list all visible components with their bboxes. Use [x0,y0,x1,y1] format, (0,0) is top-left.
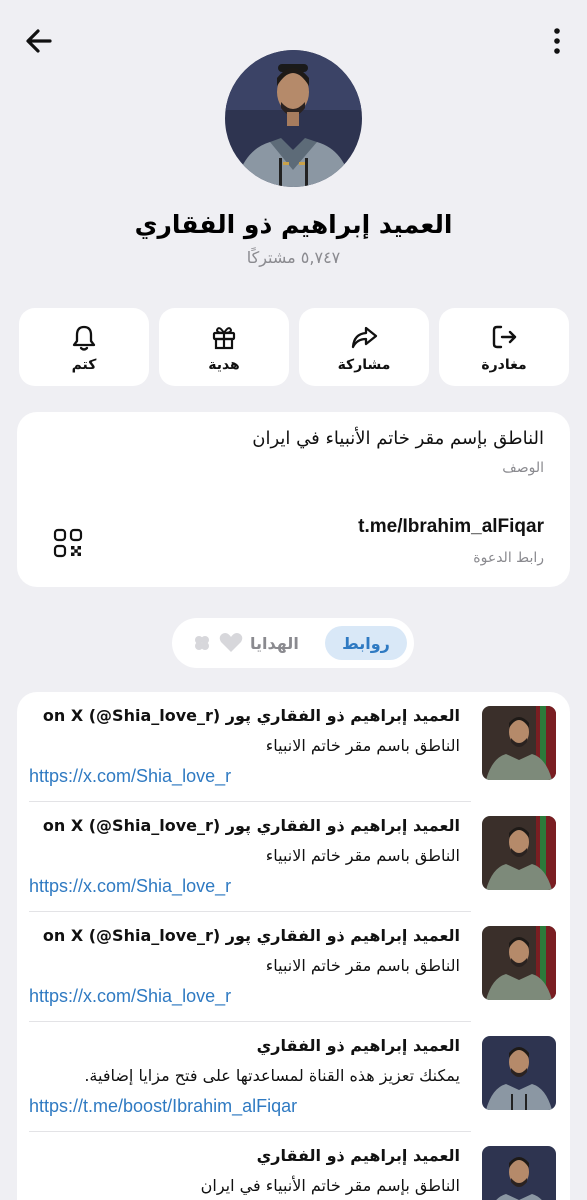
invite-label: رابط الدعوة [473,550,544,566]
link-description: الناطق باسم مقر خاتم الانبياء [265,846,460,865]
mute-label: كتم [71,356,97,373]
link-title: العميد إبراهيم ذو الفقاري پور (‎@Shia_lo… [42,706,460,725]
heart-icon [219,633,243,652]
subscriber-count: ٥,٧٤٧ مشتركًا [246,248,341,267]
link-preview-image [482,1146,556,1200]
bell-icon [72,325,96,351]
gift-label: هدية [208,356,240,373]
leave-icon [492,325,517,348]
clover-icon [195,636,209,650]
link-url[interactable]: https://x.com/Shia_love_r [29,766,231,787]
link-description: الناطق بإسم مقر خاتم الأنبياء في ايران [200,1176,460,1195]
link-preview-image [482,816,556,890]
mute-button[interactable]: كتم [19,308,149,386]
share-button[interactable]: مشاركة [299,308,429,386]
link-description: الناطق باسم مقر خاتم الانبياء [265,956,460,975]
link-title: العميد إبراهيم ذو الفقاري پور (‎@Shia_lo… [42,926,460,945]
leave-label: مغادرة [481,356,527,373]
link-description: الناطق باسم مقر خاتم الانبياء [265,736,460,755]
more-vertical-icon [554,28,560,54]
more-menu-button[interactable] [549,26,565,56]
link-url[interactable]: https://t.me/boost/Ibrahim_alFiqar [29,1096,297,1117]
link-description: يمكنك تعزيز هذه القناة لمساعدتها على فتح… [84,1066,460,1085]
content-tabs: روابط الهدايا [172,618,414,668]
link-item[interactable]: العميد إبراهيم ذو الفقاري پور (‎@Shia_lo… [17,802,570,912]
links-list: العميد إبراهيم ذو الفقاري پور (‎@Shia_lo… [17,692,570,1200]
link-item[interactable]: العميد إبراهيم ذو الفقاري الناطق بإسم مق… [17,1132,570,1200]
channel-title: العميد إبراهيم ذو الفقاري [134,210,453,239]
description-text: الناطق بإسم مقر خاتم الأنبياء في ايران [252,428,544,449]
back-button[interactable] [22,24,56,58]
tab-links[interactable]: روابط [325,626,407,660]
link-preview-image [482,1036,556,1110]
link-url[interactable]: https://x.com/Shia_love_r [29,986,231,1007]
link-item[interactable]: العميد إبراهيم ذو الفقاري پور (‎@Shia_lo… [17,692,570,802]
action-buttons: مغادرة مشاركة هدية كتم [19,308,569,386]
link-thumbnail [482,926,556,1000]
link-preview-image [482,926,556,1000]
arrow-left-icon [26,29,52,53]
link-preview-image [482,706,556,780]
gift-icon [212,326,236,349]
link-thumbnail [482,706,556,780]
gift-button[interactable]: هدية [159,308,289,386]
link-item[interactable]: العميد إبراهيم ذو الفقاري يمكنك تعزيز هذ… [17,1022,570,1132]
link-title: العميد إبراهيم ذو الفقاري [256,1146,460,1165]
link-item[interactable]: العميد إبراهيم ذو الفقاري پور (‎@Shia_lo… [17,912,570,1022]
info-card: الناطق بإسم مقر خاتم الأنبياء في ايران ا… [17,412,570,587]
link-thumbnail [482,1036,556,1110]
share-icon [351,326,378,348]
qr-code-icon [53,528,83,558]
link-url[interactable]: https://x.com/Shia_love_r [29,876,231,897]
link-thumbnail [482,1146,556,1200]
leave-button[interactable]: مغادرة [439,308,569,386]
avatar-photo [225,50,362,187]
invite-link[interactable]: t.me/Ibrahim_alFiqar [358,516,544,538]
qr-code-button[interactable] [53,528,83,558]
link-title: العميد إبراهيم ذو الفقاري پور (‎@Shia_lo… [42,816,460,835]
description-label: الوصف [502,460,544,476]
tab-gifts[interactable]: الهدايا [192,626,299,660]
link-thumbnail [482,816,556,890]
link-title: العميد إبراهيم ذو الفقاري [256,1036,460,1055]
tab-gifts-label: الهدايا [250,633,299,653]
channel-avatar[interactable] [225,50,362,187]
share-label: مشاركة [337,356,391,373]
